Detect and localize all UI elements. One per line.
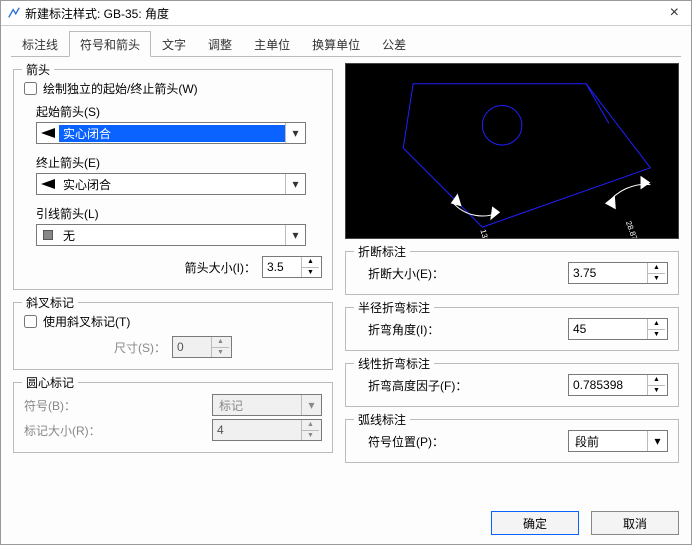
spinner-down-icon[interactable]: ▼ [648, 330, 665, 340]
arc-pos-combo[interactable]: 段前 ▾ [568, 430, 668, 452]
chevron-down-icon: ▾ [647, 431, 667, 451]
group-oblique-title: 斜叉标记 [22, 294, 78, 311]
radial-angle-label: 折弯角度(I)： [368, 321, 568, 338]
chevron-down-icon: ▾ [301, 395, 321, 415]
chevron-down-icon: ▾ [285, 123, 305, 143]
end-arrow-label: 终止箭头(E) [36, 154, 322, 171]
preview-angle-2: 28.87° [624, 220, 640, 238]
group-radial-title: 半径折弯标注 [354, 299, 434, 316]
ok-button[interactable]: 确定 [491, 511, 579, 535]
group-center-mark: 圆心标记 符号(B)： 标记 ▾ 标记大小(R)： ▲▼ [13, 382, 333, 453]
preview-angle-1: 135.27° [478, 228, 494, 238]
app-icon [7, 6, 21, 20]
arc-pos-label: 符号位置(P)： [368, 433, 568, 450]
tab-bar: 标注线 符号和箭头 文字 调整 主单位 换算单位 公差 [11, 31, 681, 57]
separate-arrows-checkbox-row[interactable]: 绘制独立的起始/终止箭头(W) [24, 80, 322, 97]
tab-symbols-arrows[interactable]: 符号和箭头 [69, 31, 151, 57]
titlebar: 新建标注样式: GB-35: 角度 × [1, 1, 691, 26]
spinner-up-icon[interactable]: ▲ [648, 375, 665, 386]
cancel-button[interactable]: 取消 [591, 511, 679, 535]
group-oblique: 斜叉标记 使用斜叉标记(T) 尺寸(S)： ▲▼ [13, 302, 333, 370]
group-arrows-title: 箭头 [22, 61, 54, 78]
group-break: 折断标注 折断大小(E)： ▲▼ [345, 251, 679, 295]
start-arrow-label: 起始箭头(S) [36, 103, 322, 120]
group-arrows: 箭头 绘制独立的起始/终止箭头(W) 起始箭头(S) 实心闭合 ▾ 终止箭头(E… [13, 69, 333, 290]
spinner-down-icon: ▼ [212, 348, 229, 358]
group-arc-title: 弧线标注 [354, 411, 410, 428]
end-arrow-value: 实心闭合 [59, 176, 285, 193]
dimension-preview: 135.27° 28.87° [345, 63, 679, 239]
group-break-title: 折断标注 [354, 243, 410, 260]
arrow-size-input[interactable] [263, 257, 301, 277]
group-radial-jog: 半径折弯标注 折弯角度(I)： ▲▼ [345, 307, 679, 351]
center-symbol-label: 符号(B)： [24, 397, 76, 414]
leader-arrow-label: 引线箭头(L) [36, 205, 322, 222]
start-arrow-icon [37, 123, 59, 143]
tab-tolerances[interactable]: 公差 [371, 31, 417, 57]
arrow-size-spinner[interactable]: ▲▼ [262, 256, 322, 278]
center-size-spinner: ▲▼ [212, 419, 322, 441]
break-size-spinner[interactable]: ▲▼ [568, 262, 668, 284]
center-symbol-value: 标记 [213, 397, 301, 414]
end-arrow-select[interactable]: 实心闭合 ▾ [36, 173, 306, 195]
spinner-down-icon: ▼ [302, 431, 319, 441]
start-arrow-value: 实心闭合 [59, 125, 285, 142]
tab-alternate-units[interactable]: 换算单位 [301, 31, 371, 57]
radial-angle-spinner[interactable]: ▲▼ [568, 318, 668, 340]
break-size-input[interactable] [569, 263, 647, 283]
chevron-down-icon: ▾ [285, 174, 305, 194]
tab-text[interactable]: 文字 [151, 31, 197, 57]
spinner-up-icon: ▲ [212, 337, 229, 348]
use-oblique-label: 使用斜叉标记(T) [43, 313, 130, 330]
spinner-up-icon[interactable]: ▲ [302, 257, 319, 268]
center-size-input [213, 420, 301, 440]
arc-pos-value: 段前 [569, 433, 647, 450]
spinner-down-icon[interactable]: ▼ [648, 386, 665, 396]
linear-factor-label: 折弯高度因子(F)： [368, 377, 568, 394]
break-size-label: 折断大小(E)： [368, 265, 568, 282]
center-symbol-combo: 标记 ▾ [212, 394, 322, 416]
leader-arrow-select[interactable]: 无 ▾ [36, 224, 306, 246]
end-arrow-icon [37, 174, 59, 194]
right-column: 135.27° 28.87° 折断标注 折断大小(E)： ▲▼ [345, 63, 679, 498]
group-arc: 弧线标注 符号位置(P)： 段前 ▾ [345, 419, 679, 463]
tab-content: 箭头 绘制独立的起始/终止箭头(W) 起始箭头(S) 实心闭合 ▾ 终止箭头(E… [1, 57, 691, 506]
spinner-down-icon[interactable]: ▼ [648, 274, 665, 284]
dialog-footer: 确定 取消 [1, 506, 691, 544]
use-oblique-checkbox[interactable] [24, 315, 37, 328]
start-arrow-select[interactable]: 实心闭合 ▾ [36, 122, 306, 144]
group-linear-title: 线性折弯标注 [354, 355, 434, 372]
window-title: 新建标注样式: GB-35: 角度 [25, 5, 664, 22]
dialog-window: 新建标注样式: GB-35: 角度 × 标注线 符号和箭头 文字 调整 主单位 … [0, 0, 692, 545]
spinner-up-icon[interactable]: ▲ [648, 263, 665, 274]
linear-factor-input[interactable] [569, 375, 647, 395]
spinner-up-icon[interactable]: ▲ [648, 319, 665, 330]
oblique-size-input [173, 337, 211, 357]
use-oblique-checkbox-row[interactable]: 使用斜叉标记(T) [24, 313, 322, 330]
oblique-size-spinner: ▲▼ [172, 336, 232, 358]
tab-lines[interactable]: 标注线 [11, 31, 69, 57]
separate-arrows-checkbox[interactable] [24, 82, 37, 95]
radial-angle-input[interactable] [569, 319, 647, 339]
tab-fit[interactable]: 调整 [197, 31, 243, 57]
separate-arrows-label: 绘制独立的起始/终止箭头(W) [43, 80, 198, 97]
spinner-up-icon: ▲ [302, 420, 319, 431]
group-center-title: 圆心标记 [22, 374, 78, 391]
spinner-down-icon[interactable]: ▼ [302, 268, 319, 278]
chevron-down-icon: ▾ [285, 225, 305, 245]
group-linear-jog: 线性折弯标注 折弯高度因子(F)： ▲▼ [345, 363, 679, 407]
center-size-label: 标记大小(R)： [24, 422, 101, 439]
leader-arrow-value: 无 [59, 227, 285, 244]
close-button[interactable]: × [664, 4, 685, 22]
left-column: 箭头 绘制独立的起始/终止箭头(W) 起始箭头(S) 实心闭合 ▾ 终止箭头(E… [13, 63, 333, 498]
arrow-size-label: 箭头大小(I)： [185, 259, 256, 276]
tab-primary-units[interactable]: 主单位 [243, 31, 301, 57]
oblique-size-label: 尺寸(S)： [114, 339, 166, 356]
leader-arrow-icon [37, 225, 59, 245]
linear-factor-spinner[interactable]: ▲▼ [568, 374, 668, 396]
